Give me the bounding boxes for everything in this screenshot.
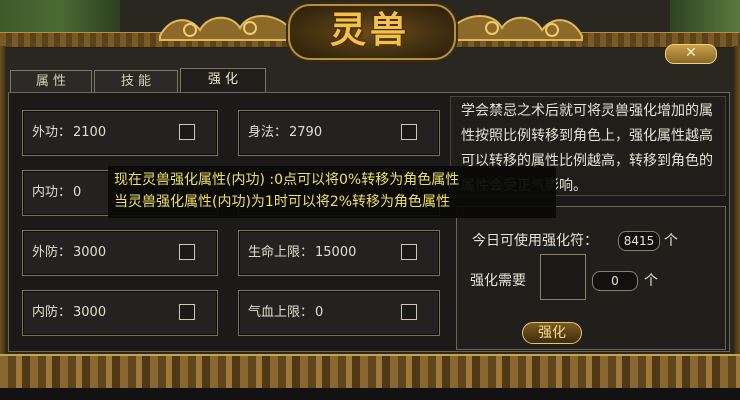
attr-value: 3000 xyxy=(73,245,107,260)
right-border xyxy=(734,46,740,354)
daily-charm-label: 今日可使用强化符： xyxy=(472,233,598,249)
attr-value: 2790 xyxy=(289,125,323,140)
max-qi-checkbox[interactable] xyxy=(401,304,417,320)
attr-value: 3000 xyxy=(73,305,107,320)
attr-label: 身法： xyxy=(248,125,288,140)
attr-row-max-hp: 生命上限： 15000 xyxy=(238,230,440,276)
need-count-field[interactable]: 0 xyxy=(592,271,638,291)
attr-row-outer-attack: 外功： 2100 xyxy=(22,110,218,156)
attr-label: 内防： xyxy=(32,305,72,320)
tab-skills[interactable]: 技 能 xyxy=(94,70,178,93)
inner-defense-checkbox[interactable] xyxy=(179,304,195,320)
attr-value: 15000 xyxy=(315,245,357,260)
cloud-ornament-left-icon xyxy=(159,15,291,41)
attr-label: 外防： xyxy=(32,245,72,260)
bottom-strip xyxy=(0,388,740,400)
close-button[interactable]: ✕ xyxy=(665,44,717,64)
attr-row-inner-defense: 内防： 3000 xyxy=(22,290,218,336)
tab-strengthen[interactable]: 强 化 xyxy=(180,68,266,93)
need-unit-label: 个 xyxy=(644,273,658,289)
attr-label: 气血上限： xyxy=(248,305,314,320)
agility-checkbox[interactable] xyxy=(401,124,417,140)
attr-value: 0 xyxy=(73,185,82,200)
charm-slot[interactable] xyxy=(540,254,586,300)
daily-charm-count: 8415 xyxy=(618,231,660,251)
bottom-ornament-band xyxy=(0,354,740,390)
max-hp-checkbox[interactable] xyxy=(401,244,417,260)
attr-label: 生命上限： xyxy=(248,245,314,260)
cloud-ornament-right-icon xyxy=(451,15,583,41)
attr-row-max-qi: 气血上限： 0 xyxy=(238,290,440,336)
strengthen-button[interactable]: 强化 xyxy=(522,322,582,344)
spirit-beast-window: 灵兽 ✕ 属 性 技 能 强 化 外功： 2100 内功： 0 外防： 3000 内防… xyxy=(0,0,740,400)
need-label: 强化需要 xyxy=(470,273,526,289)
attr-row-agility: 身法： 2790 xyxy=(238,110,440,156)
tooltip-line-next: 当灵兽强化属性(内功)为1时可以将2%转移为角色属性 xyxy=(114,194,451,210)
inner-attack-tooltip: 现在灵兽强化属性(内功) :0点可以将0%转移为角色属性 当灵兽强化属性(内功)… xyxy=(108,166,556,218)
outer-defense-checkbox[interactable] xyxy=(179,244,195,260)
attr-row-outer-defense: 外防： 3000 xyxy=(22,230,218,276)
attr-label: 外功： xyxy=(32,125,72,140)
left-border xyxy=(0,46,6,354)
attr-label: 内功： xyxy=(32,185,72,200)
outer-attack-checkbox[interactable] xyxy=(179,124,195,140)
unit-label: 个 xyxy=(664,233,678,249)
tooltip-line-current: 现在灵兽强化属性(内功) :0点可以将0%转移为角色属性 xyxy=(114,172,460,188)
window-title: 灵兽 xyxy=(329,9,410,51)
attr-value: 0 xyxy=(315,305,324,320)
tab-attributes[interactable]: 属 性 xyxy=(10,70,92,93)
attr-value: 2100 xyxy=(73,125,107,140)
